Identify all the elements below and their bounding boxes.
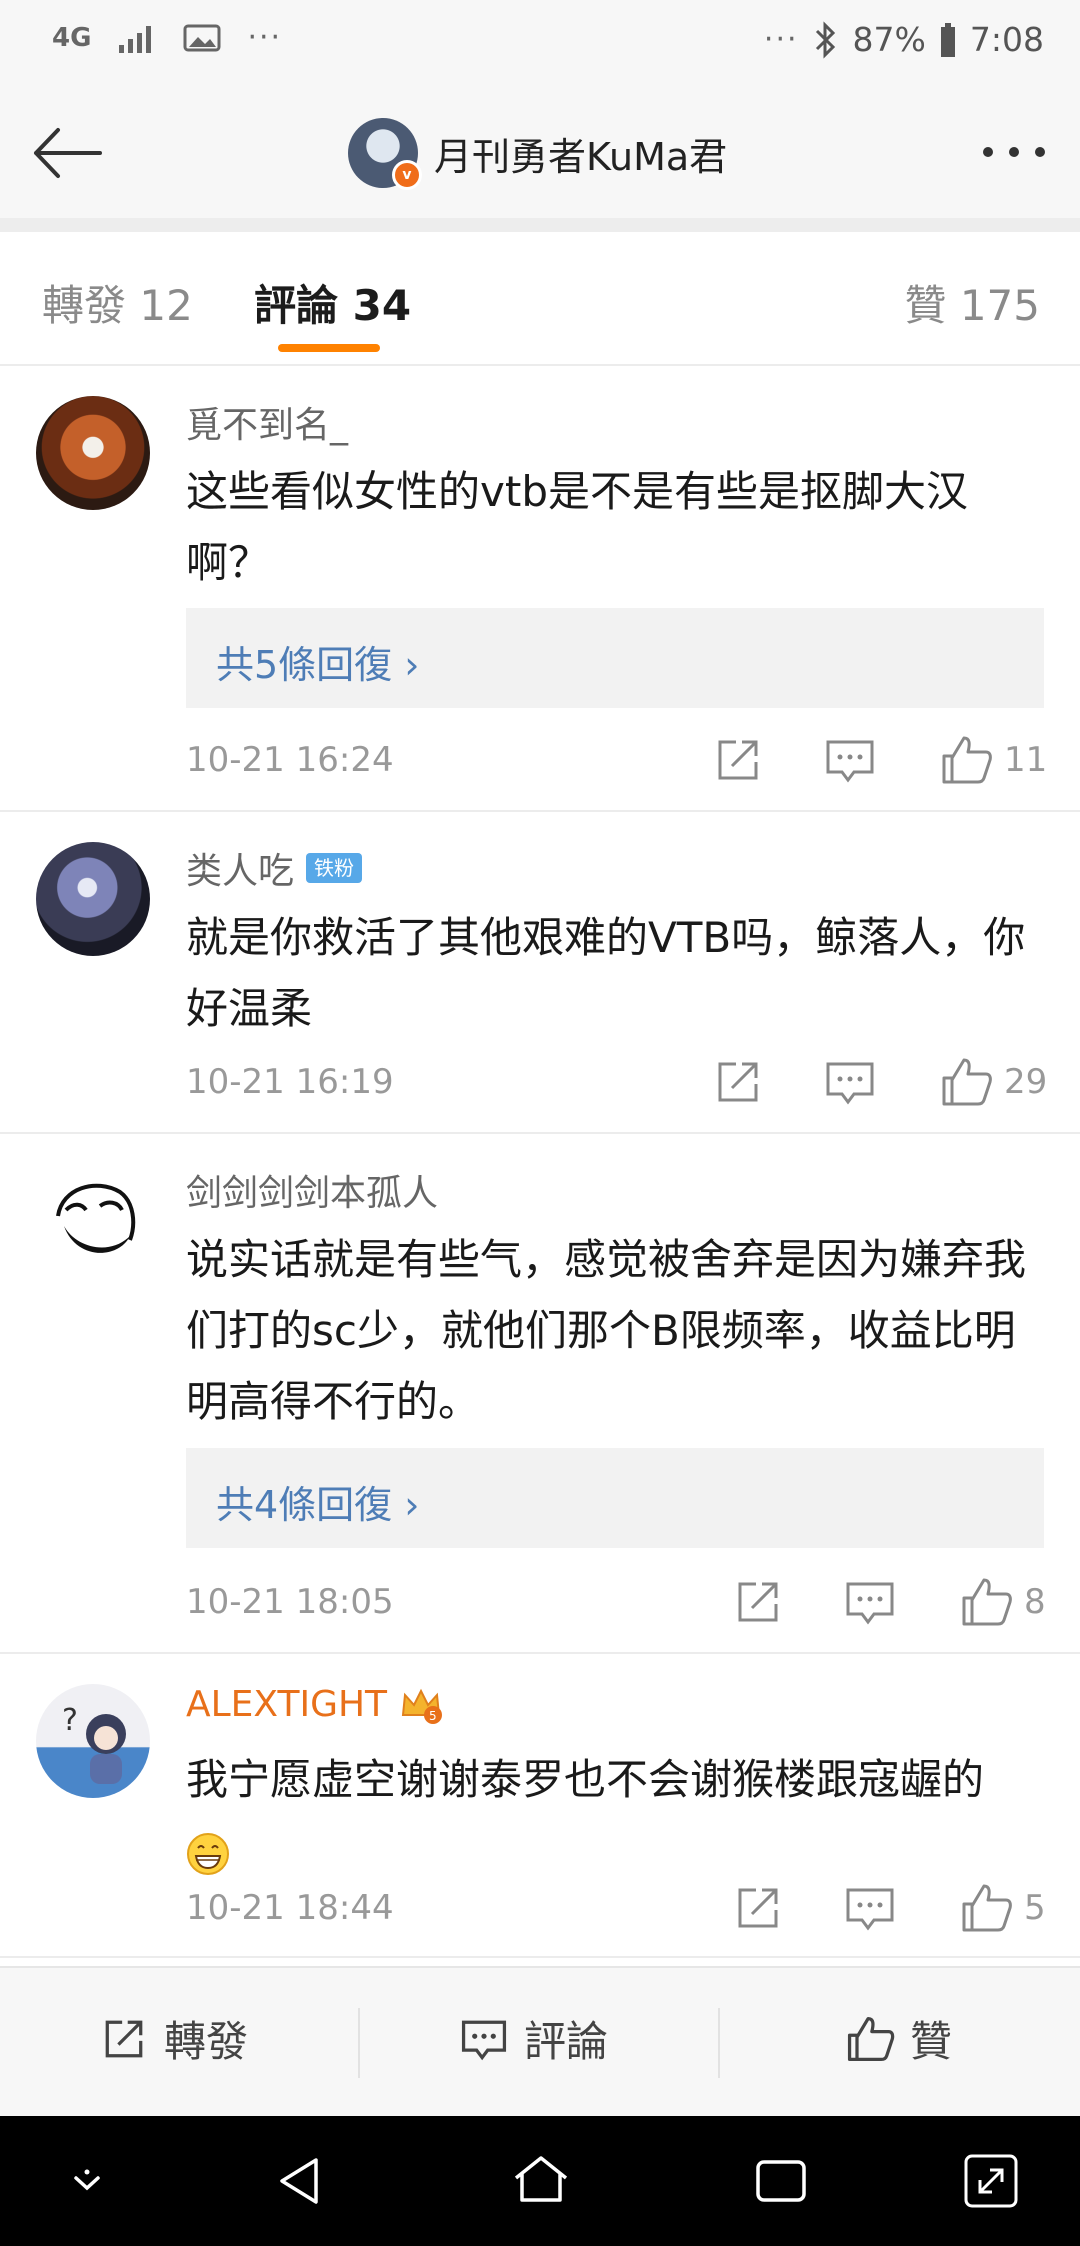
signal-icon [119, 25, 152, 53]
grin-emoji-icon [187, 1832, 229, 1875]
comment-time: 10-21 16:19 [186, 1062, 394, 1102]
tab-reposts[interactable]: 轉發 12 [42, 272, 193, 333]
image-icon [183, 24, 221, 51]
share-icon[interactable] [710, 1054, 766, 1110]
troll-face-icon [39, 1167, 147, 1275]
like-icon [847, 2016, 895, 2061]
divider [718, 2008, 720, 2078]
battery-icon [940, 22, 955, 57]
share-icon[interactable] [710, 732, 766, 788]
comment-username[interactable]: 覓不到名_ [186, 396, 348, 448]
comment-text: 这些看似女性的vtb是不是有些是抠脚大汉啊？ [186, 467, 968, 587]
status-more-dots-right: ··· [763, 22, 799, 57]
svg-text:5: 5 [429, 1709, 437, 1723]
comment-time: 10-21 18:44 [186, 1888, 394, 1928]
comment-text: 就是你救活了其他艰难的VTB吗，鲸落人，你好温柔 [186, 913, 1026, 1033]
like-icon[interactable] [938, 732, 994, 788]
avatar[interactable] [36, 396, 150, 510]
share-icon[interactable] [730, 1574, 786, 1630]
comment-username[interactable]: 剑剑剑剑本孤人 [186, 1164, 438, 1216]
comment-meta: 10-21 16:19 29 [186, 1054, 1048, 1114]
comment-icon [461, 2020, 507, 2060]
comment-text: 我宁愿虚空谢谢泰罗也不会谢猴楼跟寇龌的 [186, 1744, 1046, 1886]
comment-username[interactable]: 类人吃 铁粉 [186, 842, 363, 894]
back-icon [34, 128, 102, 178]
comment-item: ? ALEXTIGHT 5 我宁愿虚空谢谢泰罗也不会谢猴楼跟寇龌的 10-21 … [0, 1654, 1080, 1958]
expand-icon[interactable] [958, 2148, 1024, 2214]
comment-item: 剑剑剑剑本孤人 说实话就是有些气，感觉被舍弃是因为嫌弃我们打的sc少，就他们那个… [0, 1134, 1080, 1654]
like-count: 11 [1004, 740, 1048, 780]
like-count: 8 [1024, 1582, 1046, 1622]
status-more-dots: ··· [247, 20, 283, 55]
anime-avatar-icon: ? [62, 1703, 126, 1784]
svg-text:?: ? [62, 1703, 78, 1738]
comment-icon[interactable] [822, 1054, 878, 1110]
tab-likes[interactable]: 贊 175 [904, 272, 1040, 333]
like-icon[interactable] [958, 1880, 1014, 1936]
clock: 7:08 [969, 20, 1044, 59]
like-icon[interactable] [938, 1054, 994, 1110]
verified-badge: v [392, 160, 422, 190]
comment-text: 说实话就是有些气，感觉被舍弃是因为嫌弃我们打的sc少，就他们那个B限频率，收益比… [186, 1235, 1027, 1426]
comment-icon[interactable] [822, 732, 878, 788]
like-count: 5 [1024, 1888, 1046, 1928]
author-avatar[interactable]: v [348, 118, 422, 190]
comment-time: 10-21 16:24 [186, 740, 394, 780]
comment-meta: 10-21 18:44 5 [186, 1880, 1046, 1940]
share-icon[interactable] [730, 1880, 786, 1936]
comment-time: 10-21 18:05 [186, 1582, 394, 1622]
divider [358, 2008, 360, 2078]
more-icon [983, 147, 1045, 157]
comment-icon[interactable] [842, 1880, 898, 1936]
comment-meta: 10-21 18:05 8 [186, 1574, 1046, 1634]
comment-username[interactable]: ALEXTIGHT 5 [186, 1684, 443, 1725]
avatar[interactable] [36, 842, 150, 956]
more-button[interactable] [978, 132, 1050, 172]
like-icon[interactable] [958, 1574, 1014, 1630]
view-replies-button[interactable]: 共4條回復 › [186, 1448, 1044, 1548]
fan-badge: 铁粉 [306, 853, 363, 883]
home-icon[interactable] [508, 2148, 574, 2214]
view-replies-button[interactable]: 共5條回復 › [186, 608, 1044, 708]
network-indicator: 4G [52, 22, 92, 53]
author-info[interactable]: v 月刊勇者KuMa君 [348, 118, 727, 190]
comment-icon[interactable] [842, 1574, 898, 1630]
chevron-down-icon[interactable] [54, 2148, 120, 2214]
comment-item: 覓不到名_ 这些看似女性的vtb是不是有些是抠脚大汉啊？ 共5條回復 › 10-… [0, 366, 1080, 812]
author-name[interactable]: 月刊勇者KuMa君 [434, 126, 727, 181]
like-button[interactable]: 贊 [844, 2008, 952, 2069]
bottom-action-bar: 轉發 評論 贊 [0, 1966, 1080, 2118]
like-count: 29 [1004, 1062, 1048, 1102]
comment-button[interactable]: 評論 [458, 2008, 608, 2069]
avatar[interactable] [36, 1164, 150, 1278]
back-button[interactable] [28, 118, 108, 188]
nav-back-icon[interactable] [268, 2148, 334, 2214]
tab-comments[interactable]: 評論 34 [254, 272, 411, 333]
active-tab-indicator [278, 344, 380, 352]
recents-icon[interactable] [748, 2148, 814, 2214]
repost-button[interactable]: 轉發 [98, 2008, 248, 2069]
title-bar: v 月刊勇者KuMa君 [0, 88, 1080, 218]
crown-icon: 5 [401, 1688, 443, 1724]
status-bar: 4G ··· ··· 87% 7:08 [0, 0, 1080, 88]
bluetooth-icon [815, 20, 835, 59]
comment-meta: 10-21 16:24 11 [186, 732, 1048, 792]
battery-percent: 87% [852, 20, 926, 59]
avatar[interactable]: ? [36, 1684, 150, 1798]
system-navigation-bar [0, 2116, 1080, 2246]
share-icon [105, 2020, 143, 2057]
divider [0, 218, 1080, 232]
tab-bar: 轉發 12 評論 34 贊 175 [0, 232, 1080, 366]
comment-item: 类人吃 铁粉 就是你救活了其他艰难的VTB吗，鲸落人，你好温柔 10-21 16… [0, 812, 1080, 1134]
